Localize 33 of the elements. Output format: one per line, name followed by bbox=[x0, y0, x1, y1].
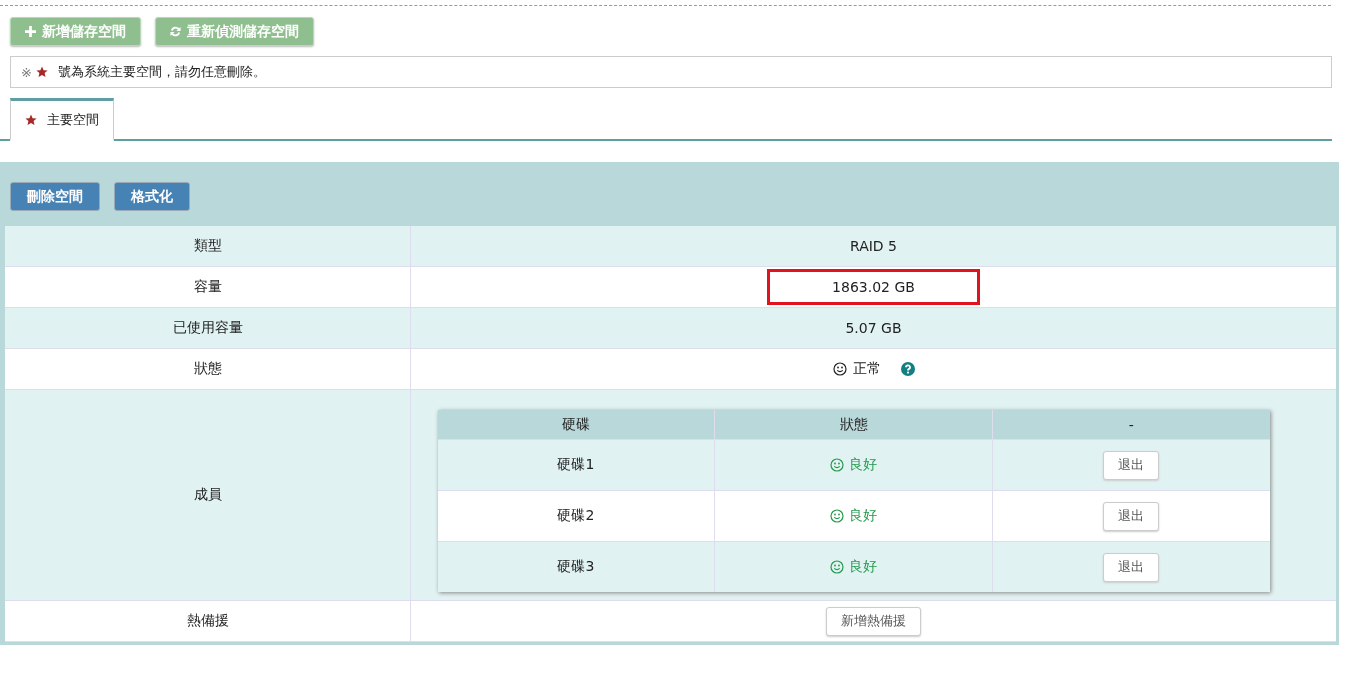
reference-mark: ※ bbox=[21, 64, 32, 80]
row-value: RAID 5 bbox=[850, 238, 897, 254]
row-label: 已使用容量 bbox=[172, 319, 243, 337]
disk-status: 良好 bbox=[849, 456, 877, 474]
smiley-icon bbox=[832, 362, 847, 376]
row-label: 類型 bbox=[193, 237, 222, 255]
smiley-icon bbox=[830, 509, 844, 523]
eject-button[interactable]: 退出 bbox=[1103, 450, 1160, 480]
row-label: 容量 bbox=[193, 278, 222, 296]
disk-status: 良好 bbox=[849, 558, 877, 576]
star-icon bbox=[25, 114, 37, 126]
smiley-icon bbox=[830, 560, 844, 574]
table-cell: 硬碟3 bbox=[437, 542, 716, 592]
add-hot-spare-button[interactable]: 新增熱備援 bbox=[826, 606, 921, 636]
panel-button[interactable]: 刪除空間 bbox=[10, 182, 100, 211]
row-value: 1863.02 GB bbox=[767, 269, 980, 305]
plus-icon bbox=[25, 26, 36, 37]
row-label: 狀態 bbox=[193, 360, 222, 378]
row-label: 成員 bbox=[193, 486, 222, 504]
row-value: 5.07 GB bbox=[845, 320, 902, 336]
notice-text: 號為系統主要空間，請勿任意刪除。 bbox=[57, 63, 266, 81]
disk-status: 良好 bbox=[849, 507, 877, 525]
eject-button[interactable]: 退出 bbox=[1103, 552, 1160, 582]
star-icon bbox=[35, 66, 48, 78]
refresh-icon bbox=[170, 26, 181, 37]
eject-button[interactable]: 退出 bbox=[1103, 501, 1160, 531]
column-header: - bbox=[1127, 415, 1135, 435]
status-text: 正常 bbox=[852, 360, 881, 378]
tab[interactable]: 主要空間 bbox=[10, 98, 114, 141]
help-icon[interactable] bbox=[900, 362, 915, 376]
panel-button[interactable]: 格式化 bbox=[114, 182, 190, 211]
smiley-icon bbox=[830, 458, 844, 472]
row-label: 熱備援 bbox=[186, 612, 229, 630]
